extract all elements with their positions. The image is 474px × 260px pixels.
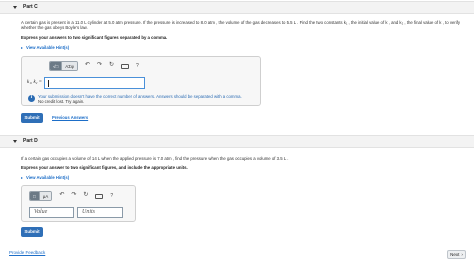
part-d-instruction: Express your answer to two significant f… xyxy=(21,165,188,170)
keyboard-icon[interactable] xyxy=(121,63,129,69)
part-d-hints-link[interactable]: View Available Hint(s) xyxy=(21,175,69,180)
symbols-button[interactable]: AΣφ xyxy=(62,62,77,70)
previous-answers-link[interactable]: Previous Answers xyxy=(52,115,88,120)
info-icon: i xyxy=(28,95,35,102)
expand-triangle-icon xyxy=(21,46,23,49)
templates-button[interactable]: √□ xyxy=(50,62,63,70)
collapse-caret-icon[interactable] xyxy=(13,140,17,143)
part-c-hints-link[interactable]: View Available Hint(s) xyxy=(21,45,69,50)
part-c-problem: A certain gas is present in a 11.0 L cyl… xyxy=(21,20,461,31)
part-d-problem: If a certain gas occupies a volume of 14… xyxy=(21,156,289,161)
math-template-group: □ μA xyxy=(29,191,53,201)
units-symbol-button[interactable]: μA xyxy=(39,192,52,200)
part-d-header[interactable]: Part D xyxy=(0,135,474,148)
keyboard-icon[interactable] xyxy=(95,193,104,199)
templates-button[interactable]: □ xyxy=(30,192,40,200)
reset-icon[interactable]: ↻ xyxy=(109,62,114,70)
value-input[interactable]: Value xyxy=(29,207,74,218)
chevron-right-icon: › xyxy=(461,251,463,257)
units-input[interactable]: Units xyxy=(77,207,123,218)
help-icon[interactable]: ? xyxy=(136,63,139,69)
redo-icon[interactable]: ↷ xyxy=(71,192,76,200)
part-c-feedback: i Your submission doesn't have the corre… xyxy=(28,94,242,105)
reset-icon[interactable]: ↻ xyxy=(83,192,88,200)
part-c-header[interactable]: Part C xyxy=(0,1,474,14)
answer-label-k1-k2: k₁, k₂ = xyxy=(27,80,43,85)
provide-feedback-link[interactable]: Provide Feedback xyxy=(9,250,45,256)
part-c-submit-button[interactable]: Submit xyxy=(21,113,43,123)
undo-icon[interactable]: ↶ xyxy=(85,62,90,70)
part-c-title: Part C xyxy=(23,4,38,11)
part-d-submit-button[interactable]: Submit xyxy=(21,227,43,237)
collapse-caret-icon[interactable] xyxy=(13,6,17,9)
help-icon[interactable]: ? xyxy=(110,193,113,199)
math-template-group: √□ AΣφ xyxy=(49,61,78,71)
part-c-toolbar: √□ AΣφ ↶ ↷ ↻ ? xyxy=(49,61,139,71)
part-d-title: Part D xyxy=(23,138,38,145)
answer-input-k1-k2[interactable] xyxy=(44,77,145,89)
redo-icon[interactable]: ↷ xyxy=(97,62,102,70)
part-d-toolbar: □ μA ↶ ↷ ↻ ? xyxy=(29,191,113,201)
undo-icon[interactable]: ↶ xyxy=(59,192,64,200)
next-button[interactable]: Next › xyxy=(447,250,466,259)
feedback-subtext: No credit lost. Try again. xyxy=(38,99,85,105)
text-cursor xyxy=(48,80,49,87)
part-c-instruction: Express your answers to two significant … xyxy=(21,35,168,40)
expand-triangle-icon xyxy=(21,176,23,179)
